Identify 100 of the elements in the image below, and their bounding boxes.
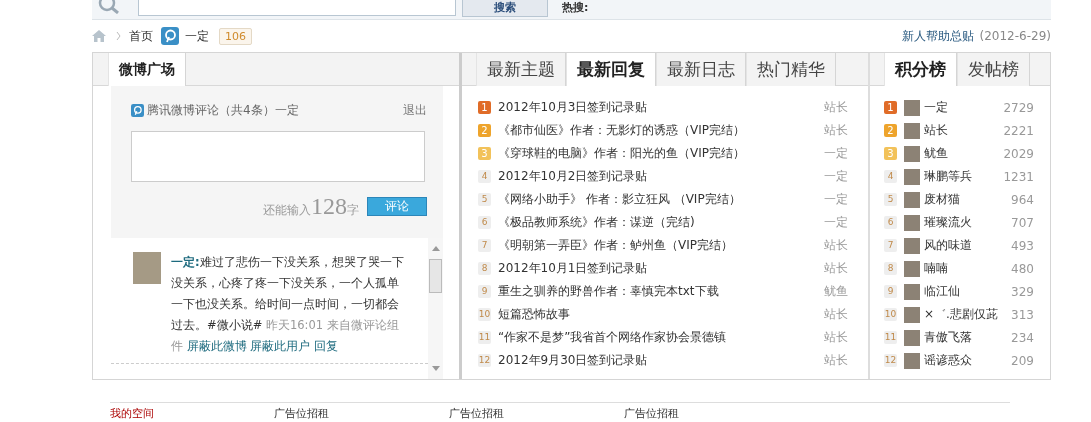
rank-badge: 10: [478, 308, 491, 321]
avatar-placeholder: [904, 145, 920, 162]
user-link[interactable]: 站长: [924, 122, 1004, 139]
thread-link[interactable]: 《明朝第一弄臣》作者：鲈州鱼（VIP完结）: [498, 237, 818, 254]
thread-link[interactable]: 2012年10月1日签到记录贴: [498, 260, 818, 277]
rank-badge: 5: [478, 193, 491, 206]
chevron-icon: [116, 31, 121, 41]
avatar-placeholder: [904, 214, 920, 231]
rank-badge: 3: [478, 147, 491, 160]
remaining-count: 128: [311, 194, 347, 218]
score: 707: [1011, 215, 1034, 230]
thread-link[interactable]: 《网络小助手》 作者：影立狂风 （VIP完结）: [498, 191, 818, 208]
avatar-placeholder: [904, 168, 920, 185]
tab[interactable]: 发帖榜: [957, 53, 1030, 86]
score: 209: [1011, 353, 1034, 368]
user-link[interactable]: 临江仙: [924, 283, 1012, 300]
user-link[interactable]: 璀璨流火: [924, 214, 1012, 231]
rank-badge: 4: [884, 170, 897, 183]
rank-badge: 9: [478, 285, 491, 298]
avatar-placeholder: [904, 306, 920, 323]
user-link[interactable]: 喃喃: [924, 260, 1012, 277]
score: 313: [1011, 307, 1034, 322]
scrollbar[interactable]: [428, 237, 443, 379]
footer-link[interactable]: 广告位招租: [449, 406, 504, 421]
rank-badge: 10: [884, 308, 897, 321]
tab[interactable]: 热门精华: [746, 53, 836, 86]
user-link[interactable]: 谣谚惑众: [924, 352, 1012, 369]
thread-author: 站长: [824, 237, 848, 254]
user-link[interactable]: 青傲飞落: [924, 329, 1012, 346]
rank-badge: 6: [884, 216, 897, 229]
rank-badge: 3: [884, 147, 897, 160]
search-field[interactable]: [138, 0, 456, 16]
score: 480: [1011, 261, 1034, 276]
thread-link[interactable]: 重生之驯养的野兽作者：辜慎完本txt下载: [498, 283, 818, 300]
breadcrumb-link[interactable]: 一定: [185, 27, 209, 45]
home-icon[interactable]: [92, 30, 106, 42]
avatar-placeholder: [904, 260, 920, 277]
avatar-placeholder: [904, 191, 920, 208]
user-link[interactable]: 鱿鱼: [924, 145, 1004, 162]
thread-link[interactable]: 《穿球鞋的电脑》作者：阳光的鱼（VIP完结）: [498, 145, 818, 162]
rank-badge: 5: [884, 193, 897, 206]
thread-link[interactable]: “作家不是梦”我省首个网络作家协会景德镇: [498, 329, 818, 346]
footer-link[interactable]: 我的空间: [110, 406, 154, 421]
up-arrow-icon[interactable]: [431, 245, 440, 251]
thread-link[interactable]: 2012年10月3日签到记录贴: [498, 99, 818, 116]
tab[interactable]: 最新日志: [656, 53, 746, 86]
comment-input[interactable]: [131, 131, 425, 182]
action-link[interactable]: 屏蔽此用户: [250, 338, 311, 353]
thread-author: 鱿鱼: [824, 283, 848, 300]
thread-link[interactable]: 《极品教师系统》作者：谋逆（完结): [498, 214, 818, 231]
thread-link[interactable]: 《都市仙医》作者：无影灯的诱惑（VIP完结）: [498, 122, 818, 139]
thread-author: 站长: [824, 306, 848, 323]
remaining-label: 还能输入: [263, 203, 311, 219]
rank-badge: 8: [478, 262, 491, 275]
footer-link[interactable]: 广告位招租: [624, 406, 679, 421]
breadcrumb-link[interactable]: 首页: [129, 27, 153, 45]
user-link[interactable]: 一定: [924, 99, 1004, 116]
rank-badge: 9: [884, 285, 897, 298]
avatar-placeholder: [904, 352, 920, 369]
down-arrow-icon[interactable]: [431, 366, 440, 371]
tab[interactable]: 最新主题: [476, 53, 566, 86]
rank-badge: 12: [884, 354, 897, 367]
thread-author: 一定: [824, 168, 848, 185]
score: 329: [1011, 284, 1034, 299]
action-link[interactable]: 回复: [313, 338, 338, 353]
tab[interactable]: 微博广场: [108, 53, 186, 86]
search-icon: [98, 0, 120, 14]
avatar-placeholder: [904, 237, 920, 254]
help-date: (2012-6-29): [979, 29, 1051, 43]
thread-link[interactable]: 短篇恐怖故事: [498, 306, 818, 323]
rank-badge: 11: [478, 331, 491, 344]
thread-author: 站长: [824, 99, 848, 116]
thread-link[interactable]: 2012年10月2日签到记录贴: [498, 168, 818, 185]
thread-author: 站长: [824, 122, 848, 139]
rank-badge: 2: [884, 124, 897, 137]
score: 2221: [1003, 123, 1034, 138]
rank-badge: 4: [478, 170, 491, 183]
rank-badge: 8: [884, 262, 897, 275]
footer-link[interactable]: 广告位招租: [274, 406, 329, 421]
help-link[interactable]: 新人帮助总贴: [901, 27, 974, 45]
count-badge: 106: [219, 27, 252, 45]
user-link[interactable]: 风的味道: [924, 237, 1012, 254]
thread-author: 站长: [824, 352, 848, 369]
user-link[interactable]: ×゛.悲剧仅茈: [924, 306, 1012, 323]
weibo-logo-icon: [161, 27, 179, 45]
tab[interactable]: 积分榜: [884, 53, 957, 86]
search-button[interactable]: 搜索: [462, 0, 548, 17]
avatar-placeholder: [904, 122, 920, 139]
logout-link[interactable]: 退出: [403, 102, 427, 119]
thread-link[interactable]: 2012年9月30日签到记录贴: [498, 352, 818, 369]
scroll-thumb[interactable]: [429, 258, 442, 293]
user-link[interactable]: 废材猫: [924, 191, 1012, 208]
comment-text: 一定:难过了悲伤一下没关系，想哭了哭一下没关系，心疼了疼一下没关系，一个人孤单一下也没关系。给时间一点时间，一切都会过去。#微小说# 昨天16:01 来自微评论组件 屏蔽此微博 屏蔽此用户 回复: [171, 253, 405, 355]
remaining-unit: 字: [347, 203, 359, 219]
tab[interactable]: 最新回复: [566, 53, 656, 86]
thread-author: 一定: [824, 191, 848, 208]
score: 2029: [1003, 146, 1034, 161]
score: 234: [1011, 330, 1034, 345]
user-link[interactable]: 琳鹏等兵: [924, 168, 1004, 185]
action-link[interactable]: 屏蔽此微博: [186, 338, 247, 353]
